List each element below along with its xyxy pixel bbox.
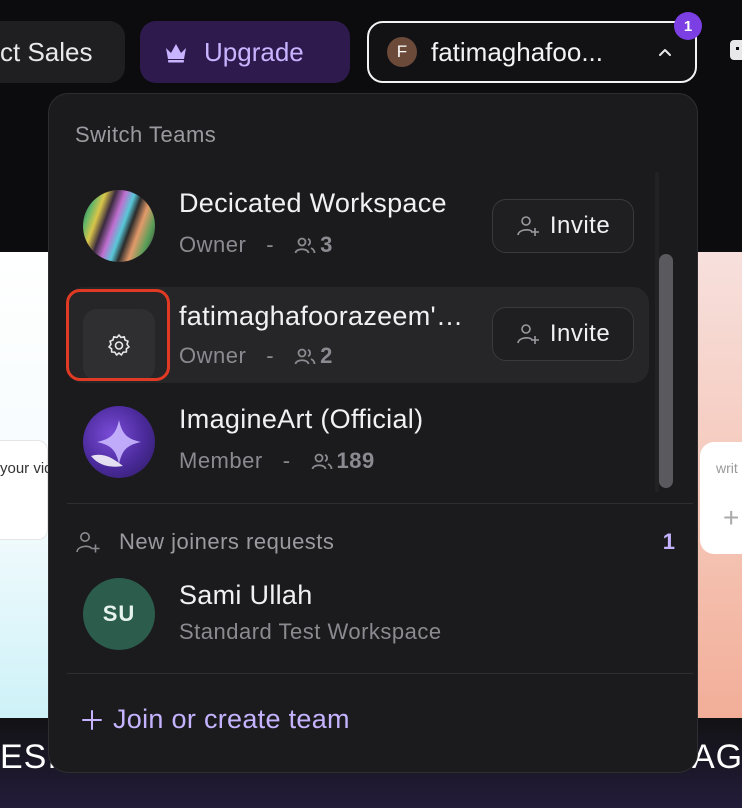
team-meta: Member - 189 — [179, 448, 375, 474]
team-role: Owner — [179, 232, 247, 257]
team-name: ImagineArt (Official) — [179, 404, 424, 434]
account-avatar: F — [387, 37, 417, 67]
invite-button[interactable]: Invite — [492, 199, 634, 253]
requester-workspace: Standard Test Workspace — [179, 619, 442, 644]
meta-separator: - — [266, 343, 275, 368]
person-add-icon — [517, 216, 539, 236]
team-row-decicated-workspace[interactable]: Decicated Workspace Owner - 3 Invite — [67, 170, 649, 266]
members-icon — [311, 453, 332, 470]
meta-separator: - — [266, 232, 275, 257]
team-name: Decicated Workspace — [179, 188, 447, 218]
team-member-count: 2 — [320, 343, 333, 368]
sparkle-icon — [91, 420, 141, 467]
divider — [67, 673, 693, 674]
team-role: Member — [179, 448, 263, 473]
contact-sales-label: ct Sales — [0, 36, 93, 67]
plus-icon — [82, 709, 102, 730]
meta-separator: - — [282, 448, 291, 473]
background-plus-icon: + — [723, 502, 740, 533]
join-or-create-team-label: Join or create team — [113, 704, 350, 734]
team-avatar-holographic — [83, 190, 155, 262]
background-card-left-input — [0, 440, 48, 540]
scrollbar-thumb[interactable] — [659, 254, 673, 488]
upgrade-label: Upgrade — [204, 36, 304, 67]
chat-icon[interactable] — [728, 36, 742, 66]
team-member-count: 189 — [336, 448, 375, 473]
divider — [67, 503, 693, 504]
switch-teams-dropdown: Switch Teams Decicated Workspace Owner -… — [48, 93, 698, 773]
invite-label: Invite — [549, 212, 611, 239]
new-joiners-requests-header: New joiners requests 1 — [75, 527, 675, 557]
team-meta: Owner - 2 — [179, 343, 333, 369]
members-icon — [294, 237, 316, 254]
chevron-up-icon — [659, 49, 671, 56]
team-meta: Owner - 3 — [179, 232, 333, 258]
team-role: Owner — [179, 343, 247, 368]
imagineart-logo — [83, 406, 155, 478]
background-card-right-text: writ — [716, 460, 738, 476]
requests-label: New joiners requests — [119, 529, 335, 554]
invite-label: Invite — [549, 320, 611, 347]
requester-avatar: SU — [83, 578, 155, 650]
team-member-count: 3 — [320, 232, 333, 257]
bottom-heading-right: AG — [692, 738, 742, 776]
invite-button[interactable]: Invite — [492, 307, 634, 361]
notification-badge: 1 — [674, 12, 702, 40]
members-icon — [294, 348, 316, 365]
upgrade-button[interactable]: Upgrade — [140, 21, 350, 83]
contact-sales-button[interactable]: ct Sales — [0, 21, 125, 83]
account-name: fatimaghafoo... — [431, 36, 603, 67]
person-add-icon — [517, 324, 539, 344]
team-name: fatimaghafoorazeem's Workspace — [179, 301, 469, 331]
requests-count: 1 — [662, 529, 675, 554]
account-switcher-button[interactable]: F fatimaghafoo... — [367, 21, 697, 83]
settings-highlight-annotation — [66, 289, 170, 381]
switch-teams-title: Switch Teams — [75, 122, 217, 147]
person-add-icon — [76, 532, 100, 553]
background-card-right-input — [700, 442, 742, 554]
background-card-left-text: your vid — [0, 460, 48, 477]
requester-name[interactable]: Sami Ullah — [179, 580, 313, 611]
crown-icon — [166, 44, 186, 63]
join-or-create-team-button[interactable]: Join or create team — [81, 704, 350, 735]
team-row-imagineart-official[interactable]: ImagineArt (Official) Member - 189 — [67, 386, 649, 482]
